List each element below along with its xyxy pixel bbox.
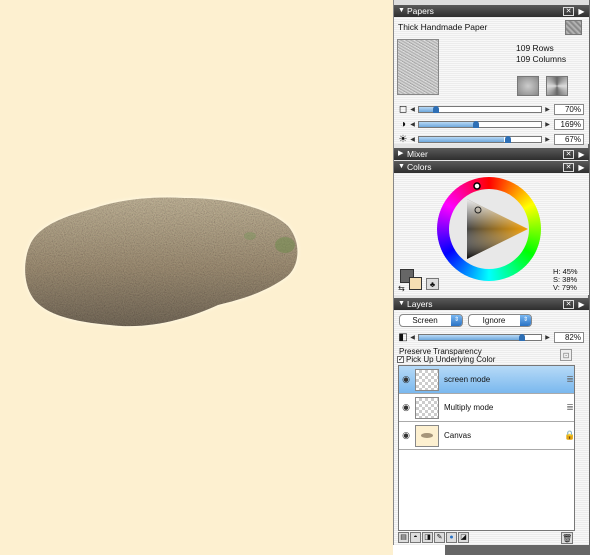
- decrement-arrow-icon[interactable]: ◀: [409, 334, 416, 341]
- layer-opacity-value[interactable]: 82%: [554, 332, 584, 343]
- paper-brightness-slider[interactable]: [418, 136, 542, 143]
- rock-artwork: [25, 197, 298, 327]
- panel-menu-icon[interactable]: ▶: [576, 150, 587, 159]
- collapse-triangle-icon[interactable]: ▼: [398, 5, 407, 17]
- document-canvas[interactable]: [0, 0, 393, 555]
- layer-opacity-slider[interactable]: [418, 334, 542, 341]
- close-icon[interactable]: ✕: [563, 149, 574, 159]
- checkbox-check-icon: ✓: [397, 356, 404, 363]
- decrement-arrow-icon[interactable]: ◀: [409, 121, 416, 128]
- palette-column: ▼ Papers ✕ ▶ Thick Handmade Paper 109 Ro…: [393, 0, 589, 545]
- increment-arrow-icon[interactable]: ▶: [544, 106, 551, 113]
- visibility-eye-icon[interactable]: ◉: [399, 374, 413, 385]
- colors-panel-title: Colors: [407, 162, 432, 172]
- paper-contrast-slider[interactable]: [418, 121, 542, 128]
- layer-list: ◉ screen mode ≣ ◉ Multiply mode ≣ ◉ Canv…: [398, 365, 575, 531]
- layer-opacity-slider-row: ◧ ◀ ▶ 82%: [394, 331, 589, 344]
- paper-scale-icon: ◻: [398, 104, 408, 115]
- increment-arrow-icon[interactable]: ▶: [544, 121, 551, 128]
- composite-depth-value: Ignore: [482, 316, 506, 325]
- paper-contrast-value[interactable]: 169%: [554, 119, 584, 130]
- close-icon[interactable]: ✕: [563, 162, 574, 172]
- select-arrows-icon: ⇕: [520, 315, 531, 326]
- papers-panel-body: Thick Handmade Paper 109 Rows 109 Column…: [394, 17, 589, 146]
- pick-up-color-label: Pick Up Underlying Color: [406, 355, 496, 364]
- swap-colors-icon[interactable]: ⇆: [398, 284, 405, 293]
- paper-library-button[interactable]: [565, 20, 582, 35]
- collapse-triangle-icon[interactable]: ▼: [398, 298, 407, 310]
- new-liquid-ink-layer-icon[interactable]: ●: [446, 532, 457, 543]
- new-watercolor-layer-icon[interactable]: ✎: [434, 532, 445, 543]
- close-icon[interactable]: ✕: [563, 299, 574, 309]
- layers-panel-header[interactable]: ▼ Layers ✕ ▶: [394, 298, 589, 310]
- layer-thumbnail: [415, 368, 439, 391]
- mixer-panel-title: Mixer: [407, 149, 428, 159]
- panel-menu-icon[interactable]: ▶: [576, 7, 587, 16]
- layer-row-multiply-mode[interactable]: ◉ Multiply mode ≣: [399, 394, 574, 422]
- visibility-eye-icon[interactable]: ◉: [399, 430, 413, 441]
- window-shadow-strip: [445, 545, 590, 555]
- paper-rows: 109 Rows: [516, 43, 554, 53]
- close-icon[interactable]: ✕: [563, 6, 574, 16]
- layer-row-canvas[interactable]: ◉ Canvas 🔒: [399, 422, 575, 450]
- paper-scale-value[interactable]: 70%: [554, 104, 584, 115]
- pick-up-color-checkbox[interactable]: ✓ Pick Up Underlying Color: [397, 355, 495, 364]
- layers-toolbar: ▤ ◓ ◨ ✎ ● ◪: [398, 532, 469, 543]
- panel-menu-icon[interactable]: ▶: [576, 163, 587, 172]
- paper-texture-preview: [397, 39, 439, 95]
- layer-stack-icon: ≣: [566, 374, 574, 384]
- value-value: V: 79%: [553, 283, 577, 292]
- layer-name: Canvas: [444, 431, 472, 440]
- decrement-arrow-icon[interactable]: ◀: [409, 106, 416, 113]
- create-layer-mask-icon[interactable]: ◪: [458, 532, 469, 543]
- layer-row-screen-mode[interactable]: ◉ screen mode ≣: [399, 366, 574, 394]
- composite-method-value: Screen: [412, 316, 438, 325]
- paper-scale-slider-row: ◻ ◀ ▶ 70%: [394, 103, 589, 116]
- composite-method-select[interactable]: Screen ⇕: [399, 314, 463, 327]
- layer-name: screen mode: [444, 375, 491, 384]
- trash-icon[interactable]: 🗑: [561, 532, 573, 544]
- opacity-icon: ◧: [398, 332, 408, 343]
- paper-brightness-value[interactable]: 67%: [554, 134, 584, 145]
- collapse-triangle-icon[interactable]: ▼: [398, 161, 407, 173]
- layers-panel-body: Screen ⇕ Ignore ⇕ ◧ ◀ ▶ 82% Preserve Tra…: [394, 310, 589, 545]
- layer-thumbnail: [415, 424, 439, 447]
- paper-contrast-slider-row: ◑ ◀ ▶ 169%: [394, 118, 589, 131]
- layers-panel-title: Layers: [407, 299, 433, 309]
- lock-layer-icon[interactable]: ⊡: [560, 349, 572, 361]
- colors-panel-header[interactable]: ▼ Colors ✕ ▶: [394, 161, 589, 173]
- brightness-icon: ☀: [398, 134, 408, 145]
- make-paper-button[interactable]: [546, 76, 568, 96]
- layer-name: Multiply mode: [444, 403, 494, 412]
- visibility-eye-icon[interactable]: ◉: [399, 402, 413, 413]
- color-set-icon[interactable]: ♣: [426, 278, 439, 290]
- layer-thumbnail: [415, 396, 439, 419]
- composite-depth-select[interactable]: Ignore ⇕: [468, 314, 532, 327]
- invert-paper-button[interactable]: [517, 76, 539, 96]
- select-arrows-icon: ⇕: [451, 315, 462, 326]
- layer-commands-icon[interactable]: ▤: [398, 532, 409, 543]
- lock-icon: 🔒: [564, 430, 575, 440]
- increment-arrow-icon[interactable]: ▶: [544, 334, 551, 341]
- layer-stack-icon: ≣: [566, 402, 574, 412]
- paper-name: Thick Handmade Paper: [398, 22, 488, 32]
- new-layer-icon[interactable]: ◨: [422, 532, 433, 543]
- dynamic-plugins-icon[interactable]: ◓: [410, 532, 421, 543]
- paper-columns: 109 Columns: [516, 54, 567, 64]
- increment-arrow-icon[interactable]: ▶: [544, 136, 551, 143]
- papers-panel-title: Papers: [407, 6, 434, 16]
- hsv-readout: H: 45% S: 38% V: 79%: [553, 268, 578, 292]
- paper-scale-slider[interactable]: [418, 106, 542, 113]
- paper-brightness-slider-row: ☀ ◀ ▶ 67%: [394, 133, 589, 146]
- contrast-icon: ◑: [399, 119, 407, 130]
- expand-triangle-icon[interactable]: ▶: [398, 148, 407, 160]
- decrement-arrow-icon[interactable]: ◀: [409, 136, 416, 143]
- additional-color-swatch[interactable]: [409, 277, 422, 290]
- papers-panel-header[interactable]: ▼ Papers ✕ ▶: [394, 5, 589, 17]
- panel-menu-icon[interactable]: ▶: [576, 300, 587, 309]
- mixer-panel-header[interactable]: ▶ Mixer ✕ ▶: [394, 148, 589, 160]
- colors-panel-body: ⇆ ♣ H: 45% S: 38% V: 79%: [394, 173, 589, 295]
